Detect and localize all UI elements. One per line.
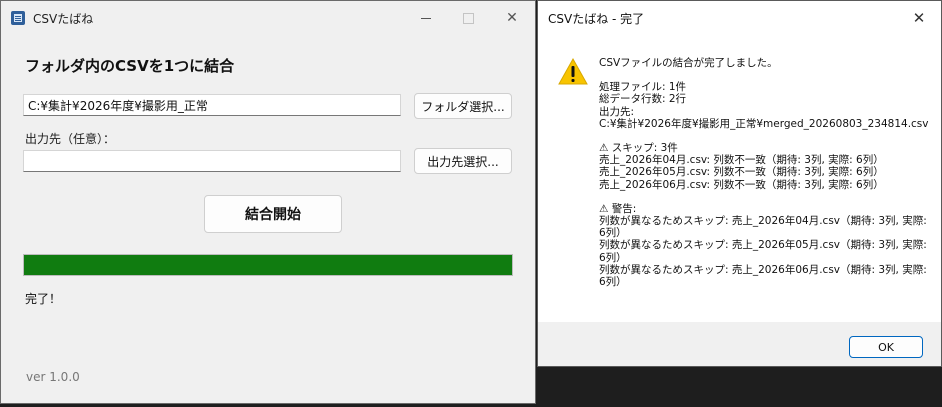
select-output-button[interactable]: 出力先選択... [414,148,512,174]
dialog-close-button[interactable]: ✕ [897,1,941,34]
skip-item: 売上_2026年05月.csv: 列数不一致（期待: 3列, 実際: 6列） [599,166,884,179]
skip-item: 売上_2026年06月.csv: 列数不一致（期待: 3列, 実際: 6列） [599,178,884,191]
select-folder-button[interactable]: フォルダ選択... [414,93,512,119]
close-icon: ✕ [912,8,926,27]
total-rows: 総データ行数: 2行 [599,93,687,106]
version-label: ver 1.0.0 [26,370,80,384]
output-path-value: C:¥集計¥2026年度¥撮影用_正常¥merged_20260803_2348… [599,117,929,130]
start-merge-button[interactable]: 結合開始 [204,195,342,233]
main-window: CSVたばね ✕ フォルダ内のCSVを1つに結合 C:¥集計¥2026年度¥撮影… [0,0,536,404]
processed-files: 処理ファイル: 1件 [599,81,687,94]
main-titlebar: CSVたばね ✕ [1,1,535,35]
dialog-titlebar: CSVたばね - 完了 ✕ [538,1,941,34]
message-summary: CSVファイルの結合が完了しました。 [599,57,778,69]
dialog-message: CSVファイルの結合が完了しました。 処理ファイル: 1件 総データ行数: 2行… [599,57,929,288]
app-icon [11,11,25,25]
progress-bar [23,254,513,276]
output-path-label: 出力先: [599,105,635,118]
window-title: CSVたばね [33,12,94,26]
completion-dialog: CSVたばね - 完了 ✕ CSVファイルの結合が完了しました。 処理ファイル:… [537,0,942,367]
warning-item: 列数が異なるためスキップ: 売上_2026年05月.csv（期待: 3列, 実際… [599,239,927,264]
maximize-icon [462,12,474,24]
minimize-button[interactable] [403,1,449,35]
close-icon: ✕ [506,10,518,26]
close-button[interactable]: ✕ [489,1,535,35]
output-label: 出力先（任意）： [25,132,116,146]
folder-path-input[interactable]: C:¥集計¥2026年度¥撮影用_正常 [23,94,401,116]
warning-header: ⚠ 警告: [599,202,637,215]
skip-header: ⚠ スキップ: 3件 [599,142,678,155]
warning-item: 列数が異なるためスキップ: 売上_2026年04月.csv（期待: 3列, 実際… [599,215,927,240]
dialog-title: CSVたばね - 完了 [548,12,645,26]
output-path-input[interactable] [23,150,401,172]
page-title: フォルダ内のCSVを1つに結合 [25,57,235,75]
minimize-icon [421,17,431,19]
warning-item: 列数が異なるためスキップ: 売上_2026年06月.csv（期待: 3列, 実際… [599,263,927,289]
ok-button[interactable]: OK [849,336,923,358]
warning-icon [558,57,588,85]
progress-fill [24,255,512,275]
status-text: 完了！ [25,292,62,306]
maximize-button[interactable] [445,1,491,35]
skip-item: 売上_2026年04月.csv: 列数不一致（期待: 3列, 実際: 6列） [599,154,884,167]
